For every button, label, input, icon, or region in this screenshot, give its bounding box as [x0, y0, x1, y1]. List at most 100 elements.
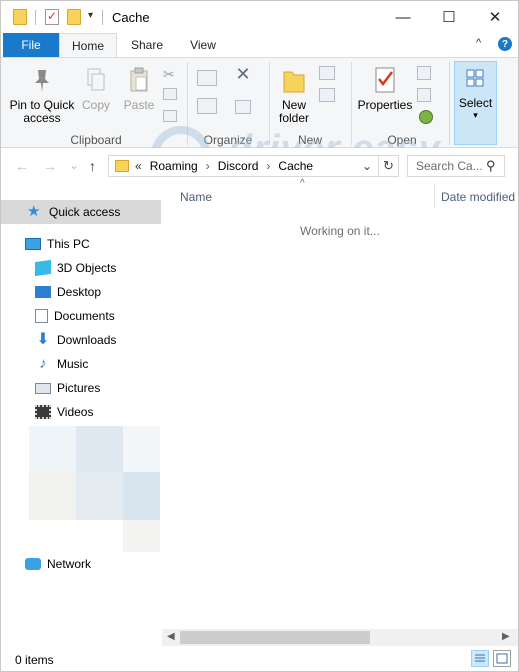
breadcrumb-roaming[interactable]: Roaming — [150, 159, 198, 173]
organize-group-label: Organize — [203, 133, 253, 147]
open-icon[interactable] — [417, 66, 431, 80]
up-button[interactable]: ↑ — [89, 158, 96, 174]
tab-share[interactable]: Share — [123, 33, 171, 57]
tab-file[interactable]: File — [3, 33, 59, 57]
address-bar[interactable]: « Roaming › Discord › Cache ⌄ — [108, 155, 379, 177]
paste-button[interactable]: Paste — [122, 66, 156, 112]
nav-documents[interactable]: Documents — [1, 304, 161, 328]
column-header-date-modified[interactable]: Date modified — [441, 190, 515, 204]
sort-indicator-icon: ^ — [300, 178, 305, 189]
obscured-entry — [76, 426, 123, 472]
help-icon[interactable]: ? — [498, 37, 512, 51]
new-folder-quick-icon[interactable] — [67, 9, 81, 25]
tab-home[interactable]: Home — [59, 33, 117, 57]
scroll-right-icon[interactable]: ▶ — [502, 631, 510, 642]
computer-icon — [25, 238, 41, 250]
refresh-button[interactable]: ↻ — [379, 155, 399, 177]
obscured-entry — [123, 472, 160, 520]
large-icons-view-button[interactable] — [493, 650, 511, 667]
cut-icon[interactable]: ✂ — [163, 66, 177, 82]
column-divider[interactable] — [434, 184, 435, 208]
breadcrumb-overflow[interactable]: « — [135, 159, 142, 173]
properties-icon — [375, 67, 395, 93]
pin-to-quick-access-button[interactable]: Pin to Quick access — [7, 66, 77, 125]
group-divider — [449, 62, 450, 145]
close-button[interactable]: ✕ — [472, 1, 518, 33]
collapse-ribbon-icon[interactable]: ^ — [476, 37, 481, 49]
toolbar-divider — [35, 10, 36, 25]
copy-path-icon[interactable] — [163, 88, 177, 100]
column-header-name[interactable]: Name — [180, 190, 212, 204]
navigation-pane: ★ Quick access This PC 3D Objects Deskto… — [1, 184, 162, 646]
breadcrumb-cache[interactable]: Cache — [278, 159, 313, 173]
new-folder-icon — [283, 71, 305, 93]
loading-message: Working on it... — [300, 224, 380, 238]
new-item-icon[interactable] — [319, 66, 335, 80]
pictures-icon — [35, 382, 51, 394]
properties-quick-icon[interactable] — [45, 9, 59, 25]
maximize-button[interactable]: ☐ — [426, 1, 472, 33]
music-icon: ♪ — [39, 355, 47, 372]
nav-network[interactable]: Network — [1, 552, 161, 576]
details-view-icon — [475, 654, 485, 662]
customize-toolbar-dropdown[interactable]: ▾ — [88, 10, 93, 21]
nav-desktop[interactable]: Desktop — [1, 280, 161, 304]
obscured-entry — [76, 472, 123, 520]
search-icon[interactable]: ⚲ — [486, 158, 496, 174]
obscured-entry — [123, 426, 160, 472]
status-bar: 0 items — [1, 646, 518, 671]
recent-locations-dropdown[interactable]: ⌄ — [69, 158, 79, 172]
obscured-entry — [29, 426, 76, 472]
select-icon — [466, 69, 484, 87]
search-box[interactable]: ⚲ — [407, 155, 505, 177]
documents-icon — [35, 309, 48, 323]
obscured-entry — [29, 472, 76, 520]
nav-downloads[interactable]: ⬇ Downloads — [1, 328, 161, 352]
breadcrumb-separator: › — [266, 159, 271, 173]
copy-icon — [87, 68, 105, 91]
breadcrumb-separator: › — [205, 159, 210, 173]
nav-quick-access[interactable]: ★ Quick access — [1, 200, 161, 224]
copy-button[interactable]: Copy — [81, 66, 111, 112]
address-dropdown[interactable]: ⌄ — [362, 159, 372, 173]
properties-button[interactable]: Properties — [357, 66, 413, 112]
details-view-button[interactable] — [471, 650, 489, 667]
delete-icon[interactable]: ✕ — [231, 65, 255, 83]
obscured-entry — [123, 520, 160, 552]
move-to-icon[interactable] — [197, 70, 217, 86]
nav-music[interactable]: ♪ Music — [1, 352, 161, 376]
rename-icon[interactable] — [235, 100, 251, 114]
ribbon-tabs: File Home Share View ^ ? — [1, 33, 518, 57]
nav-pictures[interactable]: Pictures — [1, 376, 161, 400]
new-folder-button[interactable]: New folder — [275, 66, 313, 125]
pin-icon — [35, 70, 49, 92]
easy-access-icon[interactable] — [319, 88, 335, 102]
nav-this-pc[interactable]: This PC — [1, 232, 161, 256]
search-input[interactable] — [416, 159, 482, 173]
address-row: ← → ⌄ ↑ « Roaming › Discord › Cache ⌄ ↻ … — [1, 148, 518, 184]
nav-3d-objects[interactable]: 3D Objects — [1, 256, 161, 280]
copy-to-icon[interactable] — [197, 98, 217, 114]
breadcrumb-discord[interactable]: Discord — [218, 159, 259, 173]
forward-button[interactable]: → — [43, 158, 57, 174]
folder-icon — [13, 9, 27, 25]
paste-shortcut-icon[interactable] — [163, 110, 177, 122]
star-icon: ★ — [27, 203, 41, 220]
minimize-button[interactable]: — — [380, 1, 426, 33]
pin-label-line2: access — [23, 111, 61, 125]
tab-view[interactable]: View — [181, 33, 225, 57]
select-button[interactable]: Select ▾ — [454, 61, 497, 145]
scrollbar-thumb[interactable] — [180, 631, 370, 644]
group-divider — [351, 62, 352, 145]
explorer-window: ▾ Cache — ☐ ✕ File Home Share View ^ ? P… — [0, 0, 519, 672]
history-icon[interactable] — [419, 110, 433, 124]
horizontal-scrollbar[interactable]: ◀ ▶ — [162, 629, 518, 646]
select-dropdown-icon: ▾ — [473, 110, 478, 120]
back-button[interactable]: ← — [15, 158, 29, 174]
edit-icon[interactable] — [417, 88, 431, 102]
group-divider — [187, 62, 188, 145]
scroll-left-icon[interactable]: ◀ — [167, 631, 175, 642]
nav-videos[interactable]: Videos — [1, 400, 161, 424]
desktop-icon — [35, 286, 51, 298]
ribbon: Pin to Quick access Copy Paste ✂ Clipboa… — [1, 57, 518, 192]
